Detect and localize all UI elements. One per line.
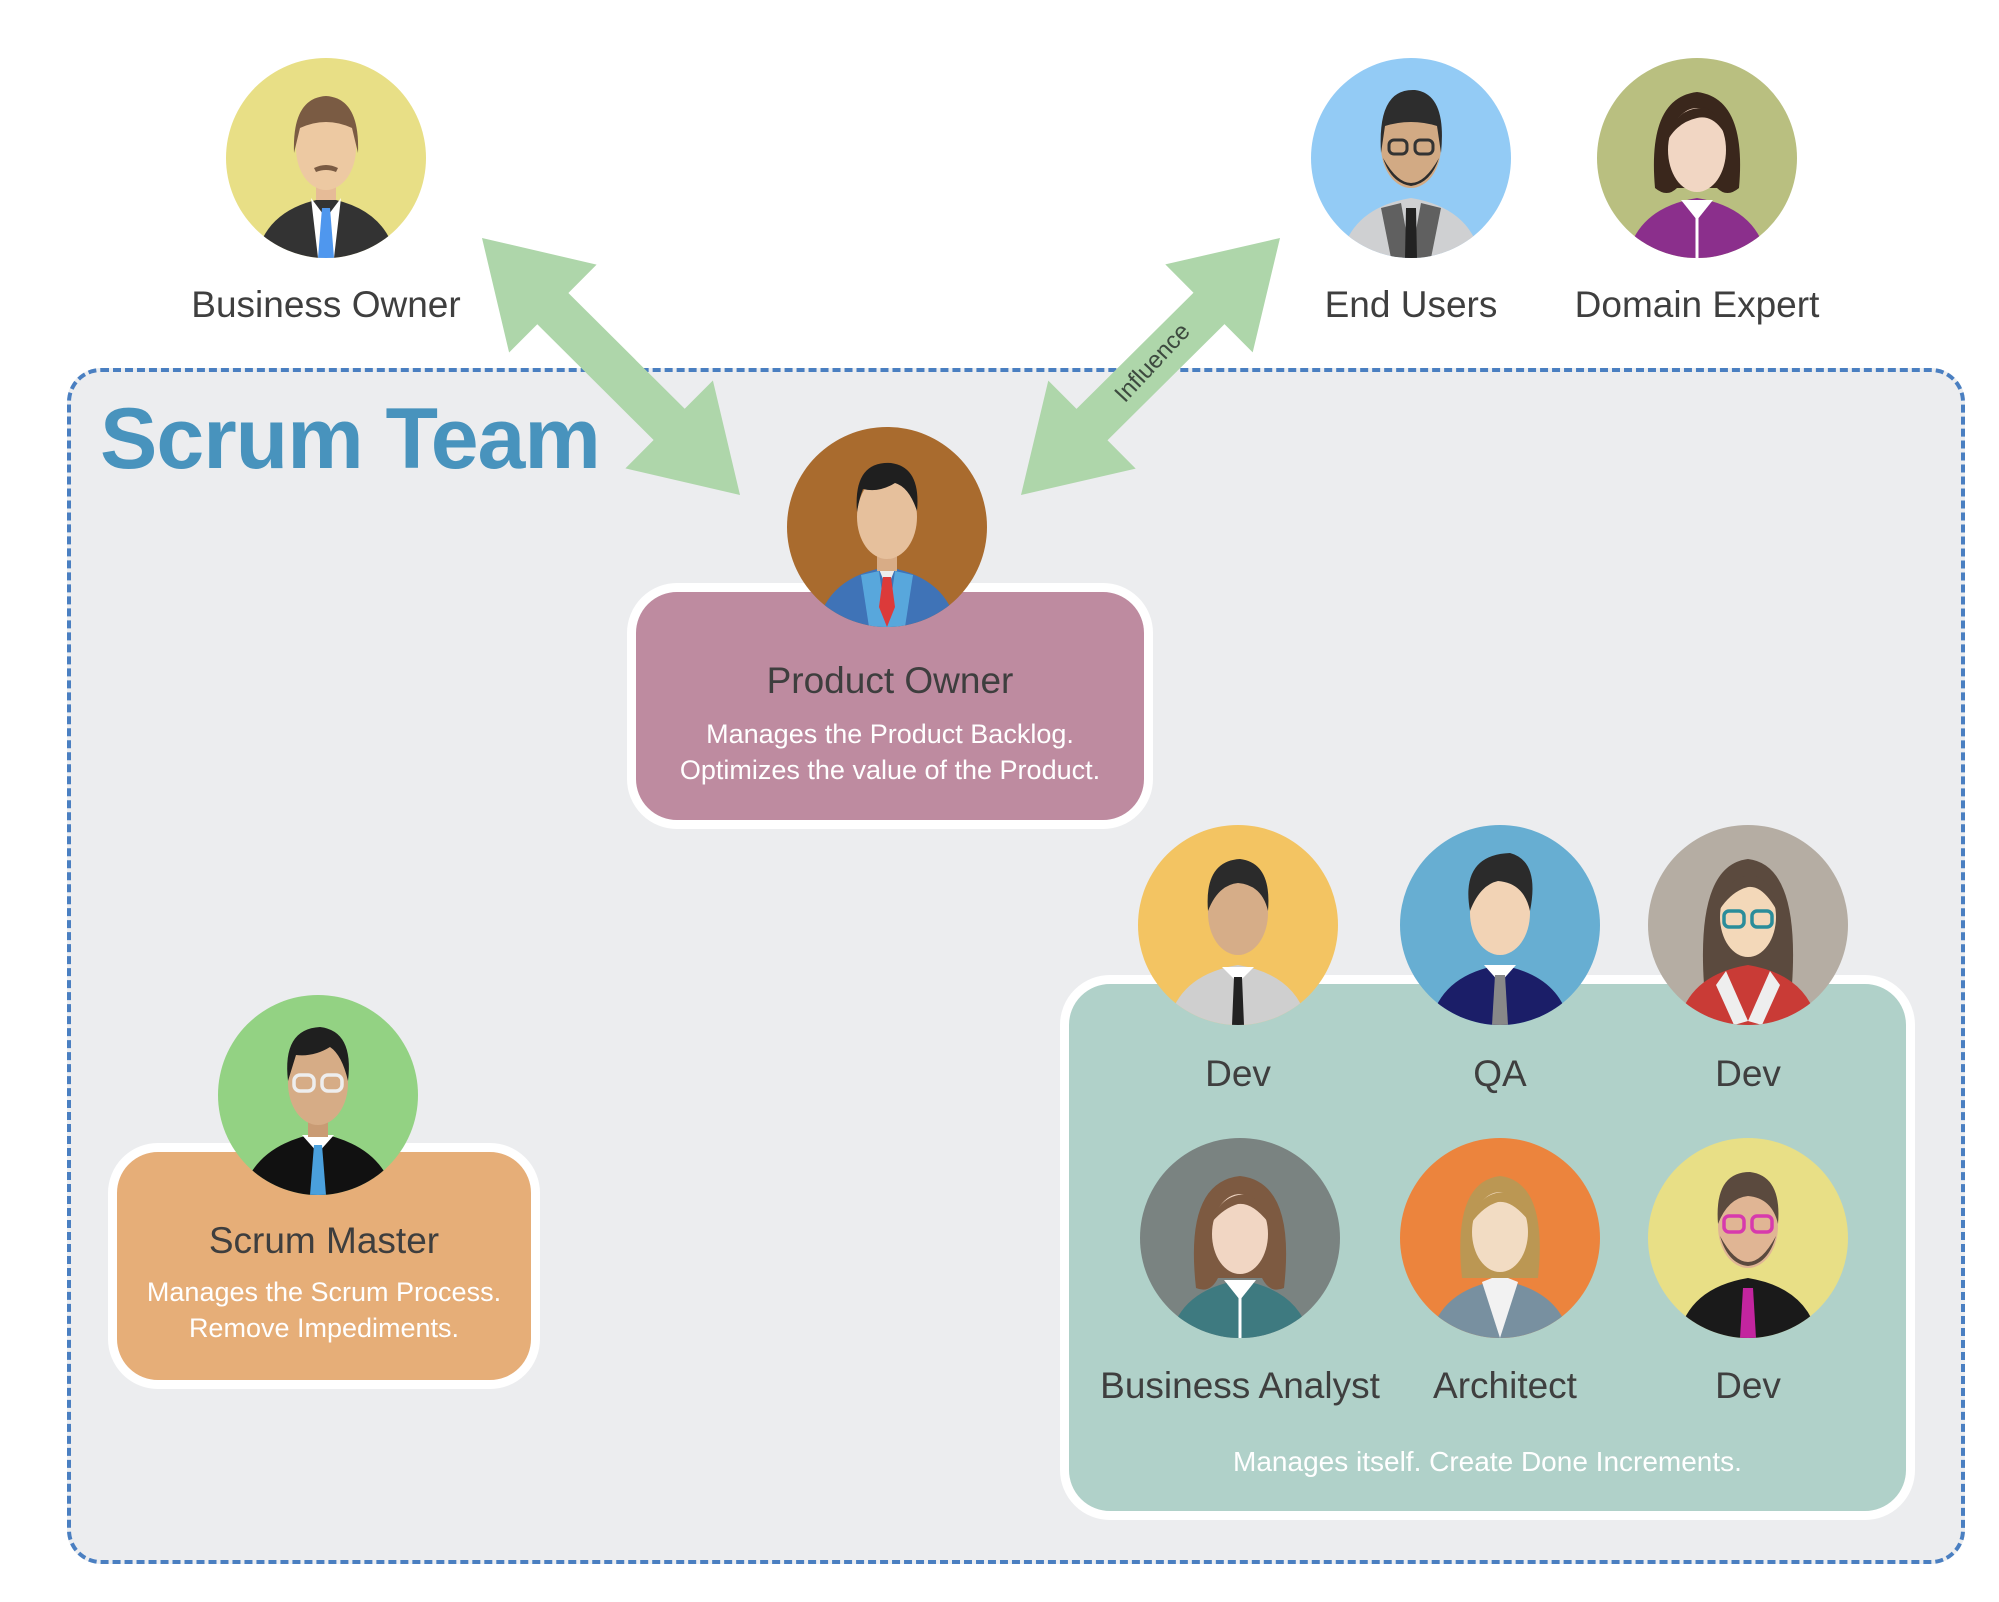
architect-label: Architect — [1433, 1365, 1577, 1406]
business-owner-icon — [226, 58, 426, 258]
qa-icon — [1400, 825, 1600, 1025]
domain-expert-avatar — [1597, 58, 1797, 258]
dev-2-icon — [1648, 825, 1848, 1025]
business-analyst-avatar — [1140, 1138, 1340, 1338]
business-analyst-label: Business Analyst — [1100, 1365, 1380, 1406]
business-owner-label: Business Owner — [191, 284, 461, 325]
scrum-master-icon — [218, 995, 418, 1195]
product-owner-desc-2: Optimizes the value of the Product. — [679, 755, 1101, 785]
dev-3-icon — [1648, 1138, 1848, 1338]
qa-avatar — [1400, 825, 1600, 1025]
dev-team-footer: Manages itself. Create Done Increments. — [1233, 1446, 1742, 1477]
dev-3-label: Dev — [1715, 1365, 1781, 1406]
end-users-label: End Users — [1324, 284, 1498, 325]
dev-1-icon — [1138, 825, 1338, 1025]
product-owner-avatar — [787, 427, 987, 627]
qa-label: QA — [1473, 1053, 1527, 1094]
end-users-avatar — [1311, 58, 1511, 258]
scrum-master-title: Scrum Master — [208, 1220, 440, 1261]
dev-3-avatar — [1648, 1138, 1848, 1338]
business-owner-avatar — [226, 58, 426, 258]
domain-expert-icon — [1597, 58, 1797, 258]
business-analyst-icon — [1140, 1138, 1340, 1338]
product-owner-title: Product Owner — [766, 660, 1014, 701]
scrum-master-avatar — [218, 995, 418, 1195]
scrum-team-title: Scrum Team — [100, 391, 601, 487]
dev-2-avatar — [1648, 825, 1848, 1025]
architect-icon — [1400, 1138, 1600, 1338]
scrum-master-desc-1: Manages the Scrum Process. — [146, 1277, 502, 1307]
domain-expert-label: Domain Expert — [1574, 284, 1820, 325]
scrum-master-desc-2: Remove Impediments. — [188, 1313, 460, 1343]
product-owner-desc-1: Manages the Product Backlog. — [706, 719, 1074, 749]
dev-1-label: Dev — [1205, 1053, 1271, 1094]
product-owner-icon — [787, 427, 987, 627]
architect-avatar — [1400, 1138, 1600, 1338]
dev-2-label: Dev — [1715, 1053, 1781, 1094]
dev-1-avatar — [1138, 825, 1338, 1025]
end-users-icon — [1311, 58, 1511, 258]
